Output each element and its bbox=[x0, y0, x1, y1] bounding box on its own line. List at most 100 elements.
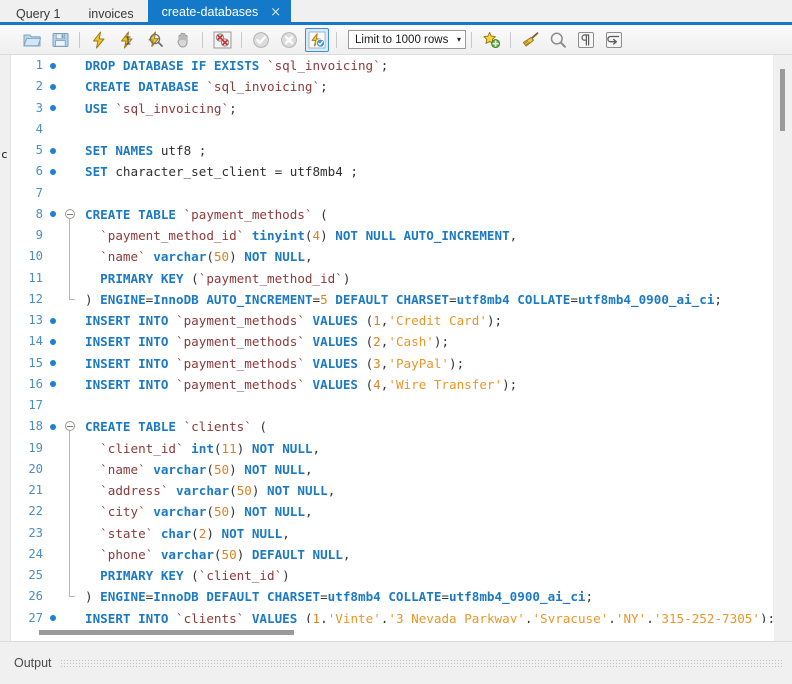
code-line[interactable]: 9 `payment_method_id` tinyint(4) NOT NUL… bbox=[11, 225, 774, 247]
code-line[interactable]: 26) ENGINE=InnoDB DEFAULT CHARSET=utf8mb… bbox=[11, 586, 774, 607]
code-line-text: `payment_method_id` tinyint(4) NOT NULL … bbox=[79, 225, 774, 246]
code-token: `payment_methods` bbox=[176, 376, 305, 392]
statement-marker-dot[interactable] bbox=[45, 317, 61, 324]
code-line[interactable]: 21 `address` varchar(50) NOT NULL, bbox=[11, 480, 774, 502]
code-token: ( bbox=[213, 546, 222, 562]
code-line[interactable]: 7 bbox=[11, 183, 774, 204]
fold-collapse-icon[interactable] bbox=[65, 421, 75, 432]
vertical-scrollbar[interactable] bbox=[773, 55, 792, 623]
code-line[interactable]: 6 SET character_set_client = utf8mb4 ; bbox=[11, 161, 774, 182]
execute-current-statement-button[interactable] bbox=[115, 28, 139, 52]
code-token: ) bbox=[236, 546, 252, 562]
fold-collapse-icon[interactable] bbox=[65, 208, 75, 219]
code-line[interactable]: 11 PRIMARY KEY (`payment_method_id`) bbox=[11, 267, 774, 289]
code-line[interactable]: 17 bbox=[11, 395, 774, 416]
toggle-invisible-chars-button[interactable] bbox=[574, 28, 598, 52]
code-line[interactable]: 8 CREATE TABLE `payment_methods` ( bbox=[11, 204, 774, 226]
code-line[interactable]: 5 SET NAMES utf8 ; bbox=[11, 140, 774, 161]
statement-marker-dot[interactable] bbox=[45, 147, 61, 154]
line-number: 9 bbox=[35, 228, 43, 242]
stop-script-button[interactable] bbox=[171, 28, 195, 52]
code-line[interactable]: 23 `state` char(2) NOT NULL, bbox=[11, 522, 774, 544]
statement-marker-dot[interactable] bbox=[45, 360, 61, 367]
fold-line bbox=[69, 246, 70, 268]
execute-statement-button[interactable] bbox=[87, 28, 111, 52]
code-line[interactable]: 10 `name` varchar(50) NOT NULL, bbox=[11, 246, 774, 268]
close-icon[interactable]: × bbox=[270, 6, 281, 19]
code-token: varchar bbox=[145, 461, 207, 477]
statement-marker-dot[interactable] bbox=[45, 338, 61, 345]
code-line[interactable]: 19 `client_id` int(11) NOT NULL, bbox=[11, 437, 774, 459]
code-line[interactable]: 2 CREATE DATABASE `sql_invoicing`; bbox=[11, 76, 774, 97]
limit-rows-label: Limit to 1000 rows bbox=[355, 33, 449, 46]
tab-invoices[interactable]: invoices bbox=[74, 3, 147, 25]
commit-transaction-button[interactable] bbox=[249, 28, 273, 52]
code-line-text: CREATE DATABASE `sql_invoicing`; bbox=[79, 76, 774, 97]
code-lines-container[interactable]: 1 DROP DATABASE IF EXISTS `sql_invoicing`… bbox=[11, 55, 774, 623]
toggle-stop-on-error-button[interactable] bbox=[210, 28, 234, 52]
toggle-wrapping-button[interactable] bbox=[602, 28, 626, 52]
statement-marker-dot[interactable] bbox=[45, 83, 61, 90]
statement-marker-dot[interactable] bbox=[45, 423, 61, 430]
beautify-query-button[interactable] bbox=[518, 28, 542, 52]
tab-query-1[interactable]: Query 1 bbox=[0, 3, 74, 25]
open-sql-script-button[interactable] bbox=[20, 28, 44, 52]
code-line[interactable]: 24 `phone` varchar(50) DEFAULT NULL, bbox=[11, 543, 774, 565]
code-token: = bbox=[570, 291, 578, 307]
code-line[interactable]: 12) ENGINE=InnoDB AUTO_INCREMENT=5 DEFAU… bbox=[11, 288, 774, 310]
code-token: 'Syracuse' bbox=[532, 610, 609, 624]
fold-marker[interactable] bbox=[61, 204, 79, 226]
line-number: 20 bbox=[28, 461, 43, 476]
code-line[interactable]: 22 `city` varchar(50) NOT NULL, bbox=[11, 501, 774, 523]
save-snippet-button[interactable] bbox=[479, 28, 503, 52]
toolbar-separator bbox=[471, 31, 472, 48]
statement-marker-dot[interactable] bbox=[45, 211, 61, 218]
code-line[interactable]: 18 CREATE TABLE `clients` ( bbox=[11, 416, 774, 439]
code-line[interactable]: 20 `name` varchar(50) NOT NULL, bbox=[11, 458, 774, 480]
statement-marker-dot[interactable] bbox=[45, 615, 61, 622]
code-token: ; bbox=[229, 100, 237, 116]
code-token: 50 bbox=[221, 546, 237, 562]
code-token: 'NY' bbox=[615, 610, 647, 624]
code-line[interactable]: 14 INSERT INTO `payment_methods` VALUES (… bbox=[11, 331, 774, 352]
code-token: VALUES bbox=[304, 313, 366, 328]
line-number: 8 bbox=[35, 206, 43, 221]
code-line[interactable]: 27 INSERT INTO `clients` VALUES (1,'Vinte… bbox=[11, 608, 774, 624]
save-sql-script-button[interactable] bbox=[48, 28, 72, 52]
fold-marker bbox=[61, 543, 79, 565]
rollback-transaction-button[interactable] bbox=[277, 28, 301, 52]
code-token: ) bbox=[85, 589, 101, 605]
explain-query-button[interactable] bbox=[143, 28, 167, 52]
code-token: INSERT INTO bbox=[85, 376, 176, 392]
limit-rows-select[interactable]: Limit to 1000 rows ▾ bbox=[348, 30, 466, 49]
code-line[interactable]: 1 DROP DATABASE IF EXISTS `sql_invoicing`… bbox=[11, 55, 774, 76]
fold-line-end bbox=[69, 288, 75, 300]
code-line[interactable]: 4 bbox=[11, 119, 774, 140]
statement-marker-dot[interactable] bbox=[45, 168, 61, 175]
code-line[interactable]: 3 USE `sql_invoicing`; bbox=[11, 98, 774, 119]
code-token: ); bbox=[502, 376, 518, 392]
line-number: 1 bbox=[35, 58, 43, 72]
line-number: 25 bbox=[28, 568, 43, 582]
fold-marker[interactable] bbox=[61, 416, 79, 439]
fold-marker bbox=[61, 501, 79, 523]
code-line-text: PRIMARY KEY (`client_id`) bbox=[79, 565, 774, 586]
output-panel-header[interactable]: Output bbox=[0, 641, 792, 684]
statement-marker-dot[interactable] bbox=[45, 105, 61, 112]
horizontal-scrollbar-thumb[interactable] bbox=[39, 630, 294, 635]
code-line[interactable]: 13 INSERT INTO `payment_methods` VALUES (… bbox=[11, 310, 774, 331]
vertical-scrollbar-thumb[interactable] bbox=[780, 69, 785, 131]
statement-marker-dot[interactable] bbox=[45, 381, 61, 388]
find-button[interactable] bbox=[546, 28, 570, 52]
statement-marker-dot[interactable] bbox=[45, 62, 61, 69]
code-editor[interactable]: 1 DROP DATABASE IF EXISTS `sql_invoicing`… bbox=[11, 55, 792, 641]
code-line[interactable]: 16 INSERT INTO `payment_methods` VALUES (… bbox=[11, 374, 774, 395]
toggle-autocommit-button[interactable] bbox=[305, 27, 329, 52]
code-line[interactable]: 15 INSERT INTO `payment_methods` VALUES (… bbox=[11, 353, 774, 374]
tab-create-databases[interactable]: create-databases × bbox=[147, 0, 292, 25]
code-token: `name` bbox=[100, 461, 146, 477]
line-number: 22 bbox=[28, 504, 43, 519]
code-line[interactable]: 25 PRIMARY KEY (`client_id`) bbox=[11, 565, 774, 587]
horizontal-scrollbar[interactable] bbox=[11, 623, 774, 641]
